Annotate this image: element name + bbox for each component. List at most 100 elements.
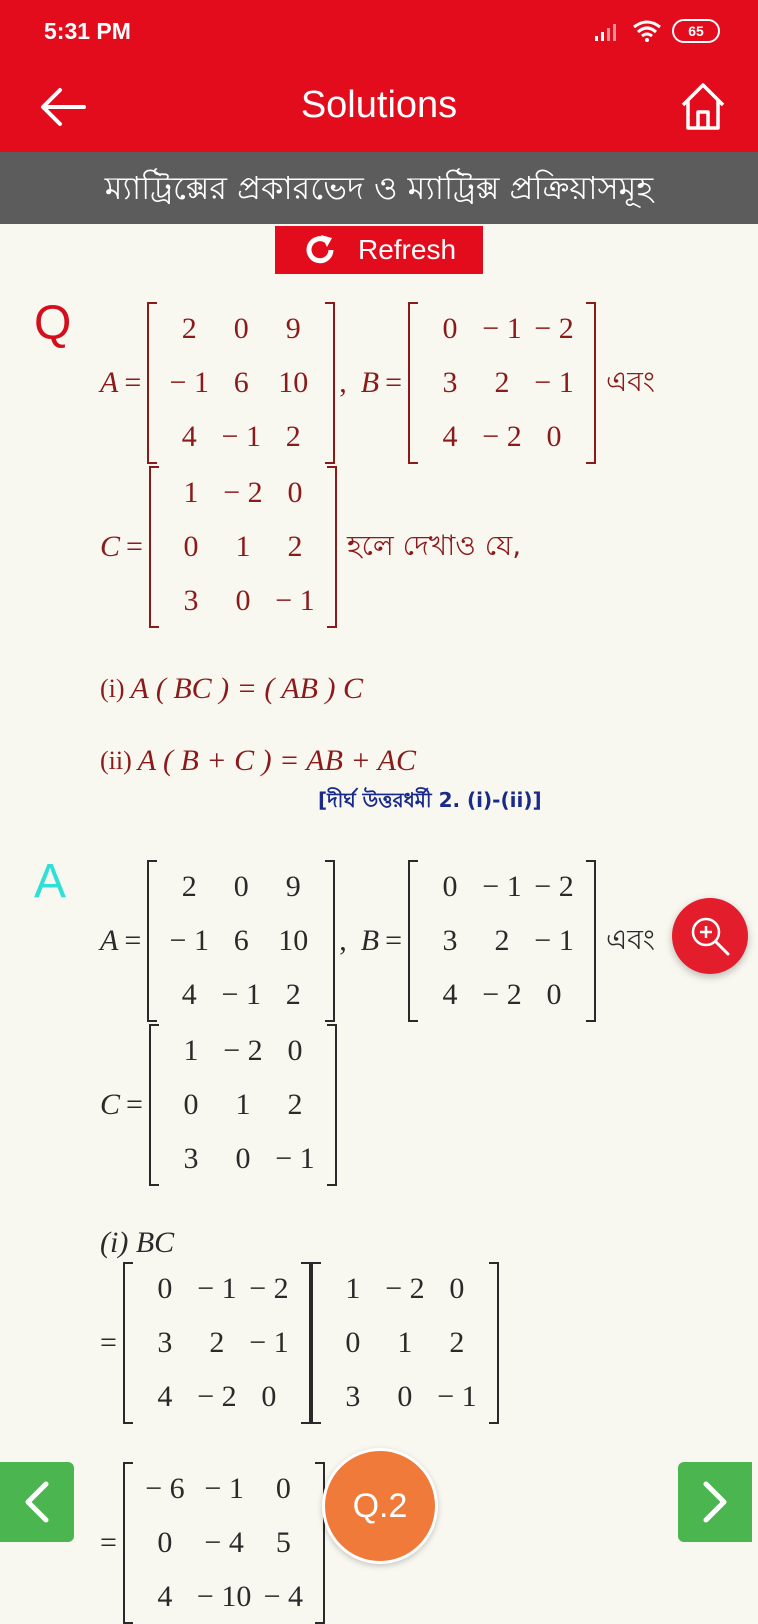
matrix-c: 1 − 2 0 0 1 2 3 0 − 1 xyxy=(148,466,337,628)
matrix-b: 0 − 1 − 2 3 2 − 1 4 − 2 0 xyxy=(408,302,596,464)
step1-left-cell: − 1 xyxy=(249,1326,289,1359)
b-cell: 0 xyxy=(546,978,562,1011)
c-cell: − 2 xyxy=(223,1034,263,1067)
step2-cell: 0 xyxy=(157,1526,173,1559)
c-cell: 3 xyxy=(183,584,199,617)
a-cell: 6 xyxy=(233,366,249,399)
c-cell: 1 xyxy=(235,530,251,563)
refresh-icon xyxy=(306,235,334,264)
a-cell: 2 xyxy=(285,978,301,1011)
a-cell: 4 xyxy=(181,420,197,453)
battery-icon: 65 xyxy=(672,19,720,43)
c-cell: 0 xyxy=(183,1088,199,1121)
c-cell: − 1 xyxy=(275,1142,315,1175)
c-cell: 0 xyxy=(235,1142,251,1175)
b-cell: − 2 xyxy=(534,312,574,345)
step2-cell: − 4 xyxy=(204,1526,244,1559)
part-i-heading: (i) BC xyxy=(100,1226,175,1259)
step1-left-matrix: 0 − 1 − 2 3 2 − 1 4 − 2 0 xyxy=(122,1262,311,1424)
a-cell: 2 xyxy=(181,312,197,345)
step1-left-cell: 4 xyxy=(157,1380,173,1413)
b-cell: − 1 xyxy=(482,870,522,903)
b-cell: 0 xyxy=(546,420,562,453)
c-cell: 2 xyxy=(287,530,303,563)
zoom-button[interactable] xyxy=(672,898,748,974)
chapter-title: ম্যাট্রিক্সের প্রকারভেদ ও ম্যাট্রিক্স প্… xyxy=(0,152,758,224)
step1-left-cell: 0 xyxy=(261,1380,277,1413)
matrix-c: 1 − 2 0 0 1 2 3 0 − 1 xyxy=(148,1024,337,1186)
step1-right-cell: 1 xyxy=(345,1272,361,1305)
step2-cell: − 6 xyxy=(145,1472,185,1505)
step1-right-cell: 1 xyxy=(397,1326,413,1359)
status-icons: 65 xyxy=(594,16,720,46)
b-cell: 0 xyxy=(442,312,458,345)
step1-right-cell: 0 xyxy=(345,1326,361,1359)
c-cell: 0 xyxy=(287,1034,303,1067)
status-time: 5:31 PM xyxy=(44,18,131,44)
chevron-left-icon xyxy=(25,1481,49,1523)
step1-left-cell: 2 xyxy=(209,1326,225,1359)
b-cell: 3 xyxy=(442,924,458,957)
home-icon[interactable] xyxy=(678,78,728,134)
a-cell: 2 xyxy=(181,870,197,903)
zoom-in-icon xyxy=(691,917,730,956)
chevron-right-icon xyxy=(703,1481,727,1523)
step2-cell: − 1 xyxy=(204,1472,244,1505)
matrix-a: 209 − 1 6 10 4− 12 xyxy=(147,302,336,464)
b-cell: 4 xyxy=(442,420,458,453)
a-cell: 6 xyxy=(233,924,249,957)
previous-question-button[interactable] xyxy=(0,1462,74,1542)
part-i-label: (i) xyxy=(100,674,125,703)
b-cell: − 1 xyxy=(534,924,574,957)
c-cell: 2 xyxy=(287,1088,303,1121)
c-cell: 0 xyxy=(287,476,303,509)
b-cell: − 2 xyxy=(482,420,522,453)
b-cell: 4 xyxy=(442,978,458,1011)
status-bar: 5:31 PM 65 xyxy=(0,0,758,62)
step1-left-cell: 0 xyxy=(157,1272,173,1305)
question-reference: [দীর্ঘ উত্তরধর্মী 2. (i)-(ii)] xyxy=(318,788,542,812)
c-cell: 1 xyxy=(235,1088,251,1121)
step1-right-cell: 0 xyxy=(397,1380,413,1413)
a-cell: 0 xyxy=(233,312,249,345)
c-cell: 0 xyxy=(235,584,251,617)
step1-right-cell: 0 xyxy=(449,1272,465,1305)
part-ii-label: (ii) xyxy=(100,746,132,775)
step2-cell: − 4 xyxy=(263,1580,304,1613)
b-cell: 2 xyxy=(494,366,510,399)
part-i-equation: A ( BC ) = ( AB ) C xyxy=(130,672,363,705)
c-cell: 3 xyxy=(183,1142,199,1175)
b-cell: − 2 xyxy=(482,978,522,1011)
and-word: এবং xyxy=(606,364,655,398)
battery-level: 65 xyxy=(688,23,704,39)
refresh-button[interactable]: Refresh xyxy=(275,226,483,274)
step1-left-cell: 3 xyxy=(157,1326,173,1359)
b-cell: 2 xyxy=(494,924,510,957)
step1-right-cell: − 2 xyxy=(385,1272,425,1305)
step1-right-matrix: 1 − 2 0 0 1 2 3 0 − 1 xyxy=(310,1262,499,1424)
step1-right-cell: 2 xyxy=(449,1326,465,1359)
a-cell: 10 xyxy=(278,924,309,957)
a-cell: 0 xyxy=(233,870,249,903)
b-cell: 3 xyxy=(442,366,458,399)
b-cell: − 1 xyxy=(534,366,574,399)
b-cell: − 2 xyxy=(534,870,574,903)
a-cell: − 1 xyxy=(221,978,261,1011)
signal-icon xyxy=(595,24,616,41)
a-cell: 10 xyxy=(278,366,309,399)
part-ii-equation: A ( B + C ) = AB + AC xyxy=(137,744,416,777)
matrix-a-name: A xyxy=(100,366,119,399)
a-cell: 9 xyxy=(285,312,301,345)
refresh-label: Refresh xyxy=(357,234,457,265)
matrix-c-name: C xyxy=(100,1088,121,1121)
step2-cell: 5 xyxy=(275,1526,291,1559)
step1-left-cell: − 2 xyxy=(249,1272,289,1305)
matrix-c-name: C xyxy=(100,530,121,563)
next-question-button[interactable] xyxy=(678,1462,752,1542)
question-number-badge[interactable]: Q.2 xyxy=(322,1448,438,1564)
a-cell: − 1 xyxy=(169,924,209,957)
step1-left-cell: − 2 xyxy=(197,1380,237,1413)
step1-right-cell: − 1 xyxy=(437,1380,477,1413)
step1-right-cell: 3 xyxy=(345,1380,361,1413)
b-cell: 0 xyxy=(442,870,458,903)
